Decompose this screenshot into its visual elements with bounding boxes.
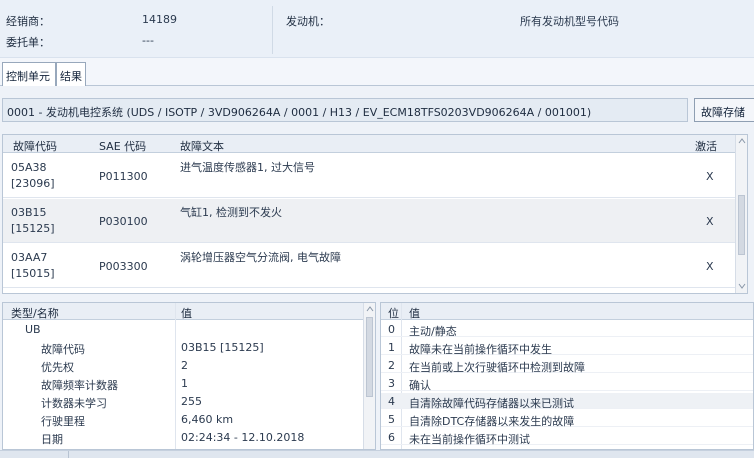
detail-row[interactable]: 故障代码 03B15 [15125] [3,340,365,356]
detail-row[interactable]: 优先权 2 [3,358,365,374]
detail-name: 优先权 [41,361,74,374]
bit-row[interactable]: 0 主动/静态 [381,321,753,338]
col-fault-text[interactable]: 故障文本 [180,138,224,154]
bit-row[interactable]: 2 在当前或上次行驶循环中检测到故障 [381,357,753,374]
dtc-sae-code: P003300 [99,260,148,273]
bit-value: 确认 [409,379,431,392]
detail-name: 日期 [41,433,63,446]
dtc-row[interactable]: 05A38 [23096] P011300 进气温度传感器1, 过大信号 X [3,154,736,198]
detail-value: 02:24:34 - 12.10.2018 [181,431,305,444]
header-divider [272,6,273,54]
detail-value: 255 [181,395,202,408]
status-divider [68,451,69,458]
dtc-active: X [706,260,714,273]
dtc-sae-code: P011300 [99,170,148,183]
engine-label: 发动机： [286,15,330,28]
dtc-row[interactable]: 03B15 [15125] P030100 气缸1, 检测到不发火 X [3,199,736,243]
details-scroll-thumb[interactable] [366,317,373,397]
module-bar: 0001 - 发动机电控系统 (UDS / ISOTP / 3VD906264A… [0,86,754,130]
col-type-name[interactable]: 类型/名称 [11,305,59,321]
detail-row[interactable]: 日期 02:24:34 - 12.10.2018 [3,430,365,446]
bit-row[interactable]: 5 自清除DTC存储器以来发生的故障 [381,411,753,428]
detail-name: 计数器未学习 [41,397,107,410]
bit-row[interactable]: 6 未在当前操作循环中测试 [381,429,753,446]
status-bar [0,450,754,458]
detail-row[interactable]: 行驶里程 6,460 km [3,412,365,428]
dtc-text: 气缸1, 检测到不发火 [180,206,282,219]
dealer-label: 经销商： [6,15,50,28]
bit-value: 自清除DTC存储器以来发生的故障 [409,415,575,428]
dtc-sae-code: P030100 [99,215,148,228]
details-header: 类型/名称 值 [3,303,365,320]
col-fault-code[interactable]: 故障代码 [13,138,57,154]
bit-position: 1 [388,341,395,354]
dtc-scrollbar[interactable] [735,135,747,293]
dtc-text: 进气温度传感器1, 过大信号 [180,161,315,174]
dtc-code-decimal: [15125] [11,222,55,235]
detail-value: 1 [181,377,188,390]
dtc-table-header: 故障代码 SAE 代码 故障文本 激活 [3,135,736,153]
col-bit-position[interactable]: 位 [388,305,399,321]
dtc-code: 03AA7 [11,251,48,264]
bit-position: 6 [388,431,395,444]
order-label: 委托单： [6,36,50,49]
dtc-code-decimal: [15015] [11,267,55,280]
dtc-table: 故障代码 SAE 代码 故障文本 激活 05A38 [23096] P01130… [2,134,748,294]
detail-row[interactable]: UB [3,322,365,337]
bit-position: 4 [388,395,395,408]
scroll-up-icon[interactable] [365,305,375,313]
dtc-scroll-thumb[interactable] [738,195,745,255]
bit-row[interactable]: 4 自清除故障代码存储器以来已测试 [381,393,753,410]
bit-position: 0 [388,323,395,336]
col-sae-code[interactable]: SAE 代码 [99,138,146,154]
fault-memory-button[interactable]: 故障存储 [694,98,754,122]
dtc-text: 涡轮增压器空气分流阀, 电气故障 [180,251,341,264]
detail-row[interactable]: 计数器未学习 255 [3,394,365,410]
details-scrollbar[interactable] [363,303,375,449]
status-bits-table: 位 值 0 主动/静态 1 故障未在当前操作循环中发生 2 在当前或上次行驶循环… [380,302,754,450]
bit-position: 3 [388,377,395,390]
col-active[interactable]: 激活 [695,138,717,154]
engine-value: 所有发动机型号代码 [520,15,619,28]
dtc-row[interactable]: 03AA7 [15015] P003300 涡轮增压器空气分流阀, 电气故障 X [3,244,736,288]
dtc-active: X [706,215,714,228]
dtc-code: 03B15 [11,206,47,219]
scroll-down-icon[interactable] [737,282,747,290]
bit-position: 5 [388,413,395,426]
bit-value: 在当前或上次行驶循环中检测到故障 [409,361,585,374]
detail-name: 故障频率计数器 [41,379,118,392]
dealer-value: 14189 [142,13,177,26]
fault-details-table: 类型/名称 值 UB 故障代码 03B15 [15125] 优先权 2 故障频率… [2,302,376,450]
detail-name: 故障代码 [41,343,85,356]
tab-results[interactable]: 结果 [56,62,86,86]
tab-bar: 控制单元 结果 [0,58,754,86]
bit-position: 2 [388,359,395,372]
order-value: --- [142,34,154,47]
detail-value: 6,460 km [181,413,234,426]
detail-value: 03B15 [15125] [181,341,264,354]
detail-name: UB [25,323,41,336]
detail-row[interactable]: 故障频率计数器 1 [3,376,365,392]
scroll-up-icon[interactable] [737,137,747,145]
dtc-code-decimal: [23096] [11,177,55,190]
dtc-active: X [706,170,714,183]
col-value[interactable]: 值 [181,305,192,321]
bits-header: 位 值 [381,303,753,321]
dtc-code: 05A38 [11,161,47,174]
detail-value: 2 [181,359,188,372]
module-info: 0001 - 发动机电控系统 (UDS / ISOTP / 3VD906264A… [2,98,688,122]
bit-row[interactable]: 3 确认 [381,375,753,392]
bit-value: 故障未在当前操作循环中发生 [409,343,552,356]
bit-value: 自清除故障代码存储器以来已测试 [409,397,574,410]
bit-value: 主动/静态 [409,325,457,338]
info-header: 经销商： 14189 委托单： --- 发动机： 所有发动机型号代码 [0,0,754,58]
col-bit-value[interactable]: 值 [409,305,420,321]
bit-value: 未在当前操作循环中测试 [409,433,530,446]
tab-control-unit[interactable]: 控制单元 [2,62,56,86]
bit-row[interactable]: 1 故障未在当前操作循环中发生 [381,339,753,356]
detail-name: 行驶里程 [41,415,85,428]
